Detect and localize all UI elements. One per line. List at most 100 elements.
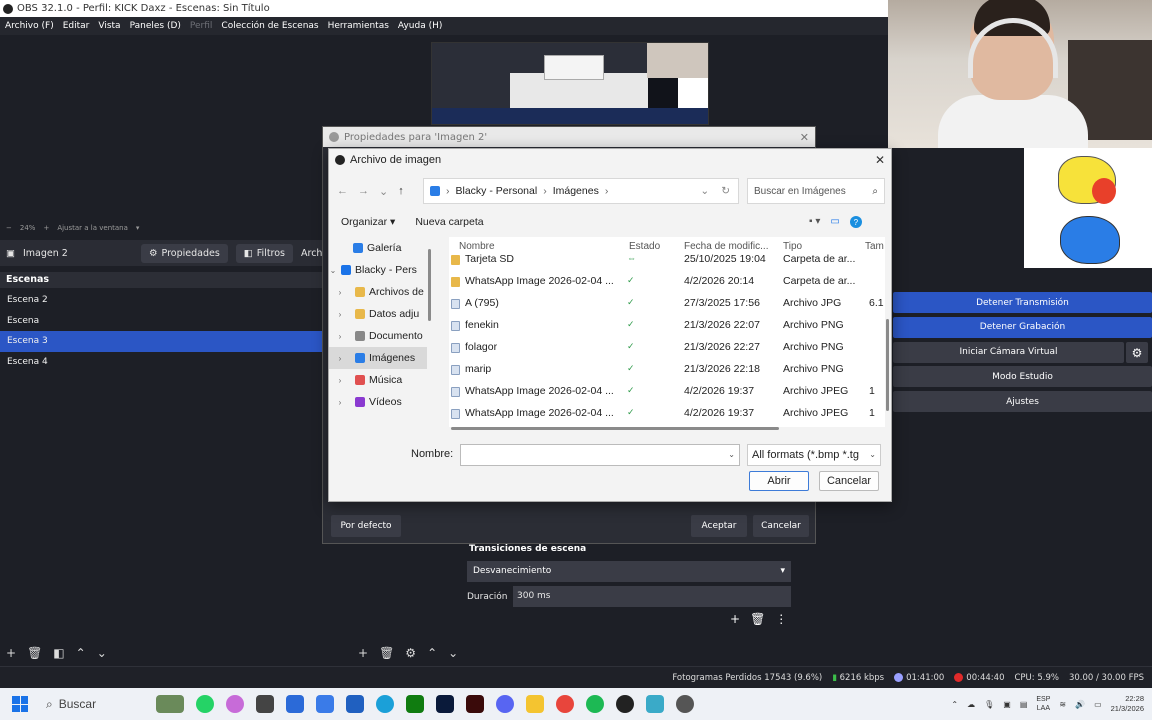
scene-item[interactable]: Escena 2	[0, 290, 350, 311]
menu-herramientas[interactable]: Herramientas	[328, 21, 389, 31]
clock[interactable]: 22:28 21/3/2026	[1111, 694, 1144, 714]
file-list-scrollbar[interactable]	[886, 319, 889, 411]
chevron-icon[interactable]: ›	[329, 288, 351, 297]
address-bar[interactable]: › Blacky - Personal › Imágenes › ⌄ ↻	[423, 178, 739, 204]
stop-stream-button[interactable]: Detener Transmisión	[893, 292, 1152, 313]
breadcrumb-images[interactable]: Imágenes	[553, 185, 599, 197]
view-icon[interactable]: ▪ ▾	[809, 216, 820, 228]
xbox-icon[interactable]	[406, 695, 424, 713]
chevron-down-icon[interactable]: ▾	[136, 224, 140, 232]
discord-icon[interactable]	[496, 695, 514, 713]
file-row[interactable]: folagor ✓ 21/3/2026 22:27 Archivo PNG	[449, 337, 885, 359]
scene-item-selected[interactable]: Escena 3	[0, 331, 350, 352]
zoom-in-icon[interactable]: +	[43, 224, 49, 232]
accept-button[interactable]: Aceptar	[691, 515, 747, 537]
file-type-filter[interactable]: All formats (*.bmp *.tg ⌄	[747, 444, 881, 466]
breadcrumb-personal[interactable]: Blacky - Personal	[456, 185, 538, 197]
photoshop-icon[interactable]	[436, 695, 454, 713]
move-down-icon[interactable]: ⌄	[448, 646, 458, 660]
move-up-icon[interactable]: ⌃	[427, 646, 437, 660]
virtual-cam-button[interactable]: Iniciar Cámara Virtual	[893, 341, 1124, 363]
chevron-down-icon[interactable]: ⌄	[728, 450, 735, 459]
app-icon[interactable]	[346, 695, 364, 713]
chevron-up-icon[interactable]: ⌃	[951, 700, 958, 709]
taskbar-search[interactable]: ⌕ Buscar	[40, 697, 150, 712]
obs-icon[interactable]	[616, 695, 634, 713]
chevron-down-icon[interactable]: ⌄	[700, 185, 709, 197]
trash-icon[interactable]: 🗑	[750, 612, 765, 626]
nav-item[interactable]: › Archivos de	[329, 281, 427, 303]
nav-item[interactable]: › Documento	[329, 325, 427, 347]
up-icon[interactable]: ↑	[398, 185, 404, 197]
preview-pane-icon[interactable]: ▭	[830, 216, 839, 228]
copilot-icon[interactable]	[226, 695, 244, 713]
refresh-icon[interactable]: ↻	[721, 185, 730, 197]
menu-perfil[interactable]: Perfil	[190, 21, 213, 31]
start-button[interactable]	[0, 696, 40, 712]
chrome-icon[interactable]	[556, 695, 574, 713]
app-icon[interactable]	[256, 695, 274, 713]
chevron-icon[interactable]: ›	[329, 332, 351, 341]
back-icon[interactable]: ←	[337, 185, 348, 197]
app-icon[interactable]	[676, 695, 694, 713]
file-row[interactable]: WhatsApp Image 2026-02-04 ... ✓ 4/2/2026 1…	[449, 381, 885, 403]
history-icon[interactable]: ⌄	[379, 185, 388, 198]
help-icon[interactable]: ?	[849, 216, 862, 228]
filter-icon[interactable]: ◧	[53, 646, 64, 660]
forward-icon[interactable]: →	[358, 185, 369, 197]
file-row[interactable]: WhatsApp Image 2026-02-04 ... ✓ 4/2/2026 2…	[449, 271, 885, 293]
zoom-out-icon[interactable]: −	[6, 224, 12, 232]
menu-paneles[interactable]: Paneles (D)	[130, 21, 181, 31]
virtual-cam-gear-icon[interactable]: ⚙	[1126, 342, 1148, 363]
studio-mode-button[interactable]: Modo Estudio	[893, 366, 1152, 388]
chevron-icon[interactable]: ›	[329, 354, 351, 363]
stream-preview[interactable]	[431, 42, 709, 125]
add-icon[interactable]: +	[730, 612, 740, 626]
scene-item[interactable]: Escena	[0, 311, 350, 332]
chevron-icon[interactable]: ›	[329, 398, 351, 407]
chevron-icon[interactable]: ⌄	[329, 266, 337, 275]
language-indicator[interactable]: ESP LAA	[1036, 695, 1050, 713]
gear-icon[interactable]: ⚙	[405, 646, 416, 660]
file-row[interactable]: WhatsApp Image 2026-02-04 ... ✓ 4/2/2026 1…	[449, 403, 885, 425]
more-icon[interactable]: ⋮	[775, 612, 787, 626]
close-icon[interactable]: ✕	[875, 153, 885, 167]
wifi-icon[interactable]: ≋	[1059, 700, 1066, 709]
trash-icon[interactable]: 🗑	[27, 646, 42, 660]
nav-item[interactable]: › Imágenes	[329, 347, 427, 369]
search-input[interactable]: Buscar en Imágenes ⌕	[747, 178, 885, 204]
mic-icon[interactable]: 🎙	[984, 700, 994, 709]
properties-button[interactable]: ⚙ Propiedades	[140, 243, 228, 263]
defaults-button[interactable]: Por defecto	[331, 515, 401, 537]
whatsapp-icon[interactable]	[196, 695, 214, 713]
zoom-fit[interactable]: Ajustar a la ventana	[57, 224, 128, 232]
volume-icon[interactable]: 🔊	[1075, 700, 1085, 709]
folder-icon[interactable]	[526, 695, 544, 713]
cancel-button[interactable]: Cancelar	[819, 471, 879, 491]
file-row[interactable]: Tarjeta SD ⇔ 25/10/2025 19:04 Carpeta de ar…	[449, 249, 885, 271]
nav-item[interactable]: › Datos adju	[329, 303, 427, 325]
add-scene-icon[interactable]: +	[6, 646, 16, 660]
tray-app-icon[interactable]: ▣	[1003, 700, 1011, 709]
nav-item[interactable]: ⌄ Blacky - Pers	[329, 259, 427, 281]
widget-icon[interactable]	[156, 695, 184, 713]
nav-item[interactable]: Galería	[329, 237, 427, 259]
nav-item[interactable]: › Vídeos	[329, 391, 427, 413]
file-row[interactable]: A (795) ✓ 27/3/2025 17:56 Archivo JPG 6.1	[449, 293, 885, 315]
cloud-icon[interactable]: ☁	[967, 700, 975, 709]
open-button[interactable]: Abrir	[749, 471, 809, 491]
menu-coleccion[interactable]: Colección de Escenas	[221, 21, 318, 31]
file-row[interactable]: marip ✓ 21/3/2026 22:18 Archivo PNG	[449, 359, 885, 381]
menu-archivo[interactable]: Archivo (F)	[5, 21, 54, 31]
file-list-hscrollbar[interactable]	[451, 427, 779, 430]
filters-button[interactable]: ◧ Filtros	[235, 243, 294, 263]
filename-input[interactable]: ⌄	[460, 444, 740, 466]
battery-icon[interactable]: ▭	[1094, 700, 1102, 709]
transition-select[interactable]: Desvanecimiento ▾	[467, 561, 791, 582]
app-icon[interactable]	[646, 695, 664, 713]
move-up-icon[interactable]: ⌃	[76, 646, 86, 660]
new-folder-button[interactable]: Nueva carpeta	[415, 216, 483, 228]
move-down-icon[interactable]: ⌄	[97, 646, 107, 660]
close-icon[interactable]: ✕	[800, 131, 809, 144]
trash-icon[interactable]: 🗑	[379, 646, 394, 660]
